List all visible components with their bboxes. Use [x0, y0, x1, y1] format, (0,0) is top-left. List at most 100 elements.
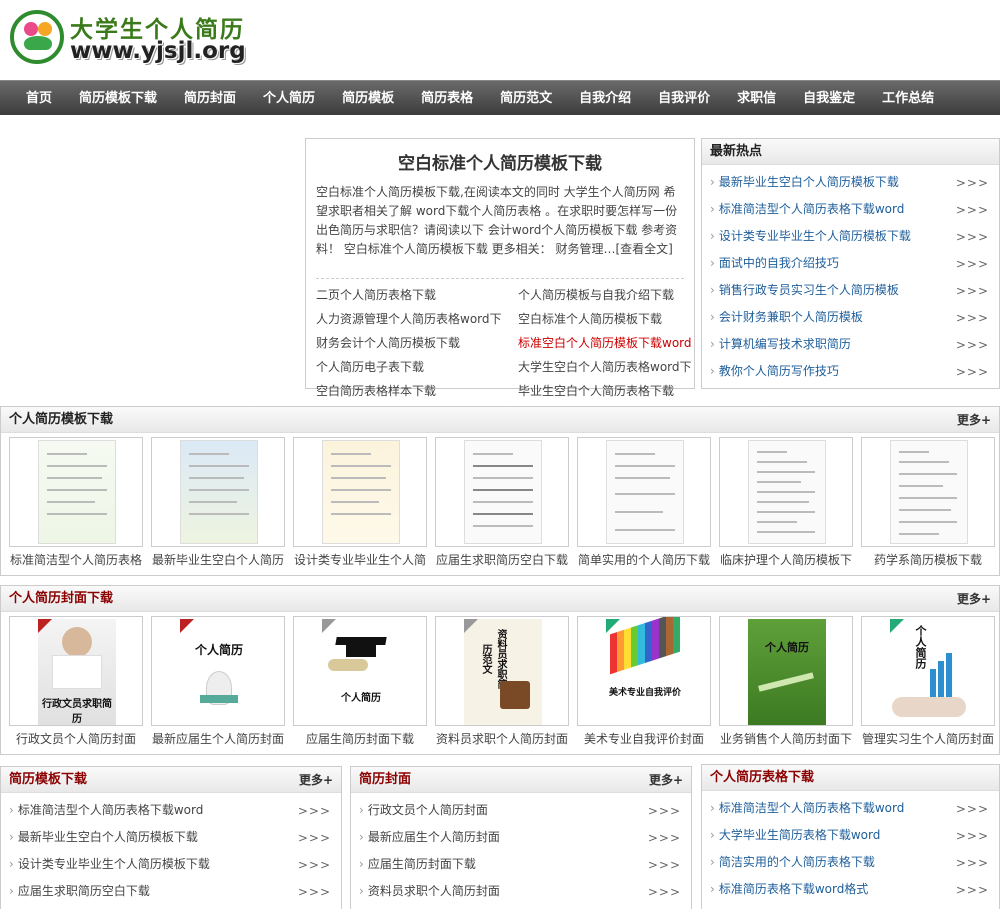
cover-thumbnail[interactable]: 个人简历 — [151, 616, 285, 726]
cover-thumbnail[interactable]: 资料员求职简历范文 — [435, 616, 569, 726]
site-header: 大学生个人简历 www.yjsjl.org — [0, 0, 1000, 80]
nav-item-work-summary[interactable]: 工作总结 — [882, 81, 934, 116]
cover-thumbnail[interactable]: 个人简历 — [861, 616, 995, 726]
featured-link[interactable]: 二页个人简历表格下载 — [316, 283, 518, 307]
list-item[interactable]: › 大学毕业生简历表格下载word >>> — [710, 822, 991, 849]
list-item[interactable]: › 简洁实用的个人简历表格下载 >>> — [710, 849, 991, 876]
nav-item-home[interactable]: 首页 — [26, 81, 52, 116]
list-item[interactable]: › 最新应届生个人简历封面 >>> — [359, 824, 683, 851]
list-item[interactable]: › 资料员求职个人简历封面 >>> — [359, 878, 683, 905]
list-item[interactable]: › 销售行政专员实习生个人简历模板 >>> — [710, 277, 991, 304]
template-card[interactable]: 临床护理个人简历模板下 — [719, 437, 853, 569]
template-thumbnail[interactable] — [719, 437, 853, 547]
list-item[interactable]: › 应届生简历封面下载 >>> — [359, 851, 683, 878]
more-link[interactable]: 更多+ — [957, 586, 991, 612]
nav-item-resume[interactable]: 个人简历 — [263, 81, 315, 116]
list-item[interactable]: › 标准简历表格下载word格式 >>> — [710, 876, 991, 903]
table-list-box: 个人简历表格下载 › 标准简洁型个人简历表格下载word >>> › 大学毕业生简历表… — [701, 764, 1000, 909]
template-caption[interactable]: 应届生求职简历空白下载 — [435, 552, 569, 569]
template-caption[interactable]: 临床护理个人简历模板下 — [719, 552, 853, 569]
cover-caption[interactable]: 管理实习生个人简历封面 — [861, 731, 995, 748]
featured-link[interactable]: 财务会计个人简历模板下载 — [316, 331, 518, 355]
cover-thumbnail[interactable]: 个人简历 — [293, 616, 427, 726]
list-item[interactable]: › 标准简洁型个人简历表格下载word >>> — [710, 196, 991, 223]
cover-thumbnail[interactable]: 美术专业自我评价 — [577, 616, 711, 726]
nav-item-cover-letter[interactable]: 求职信 — [737, 81, 776, 116]
template-card[interactable]: 设计类专业毕业生个人简 — [293, 437, 427, 569]
template-card[interactable]: 标准简洁型个人简历表格 — [9, 437, 143, 569]
featured-link[interactable]: 个人简历模板与自我介绍下载 — [518, 283, 696, 307]
more-link[interactable]: 更多+ — [957, 407, 991, 433]
more-link[interactable]: 更多+ — [649, 767, 683, 793]
ribbon-icon — [606, 619, 620, 633]
list-item[interactable]: › 计算机编写技术求职简历 >>> — [710, 331, 991, 358]
box-header: 个人简历表格下载 — [702, 765, 999, 791]
cover-caption[interactable]: 美术专业自我评价封面 — [577, 731, 711, 748]
box-title: 个人简历表格下载 — [710, 770, 815, 785]
nav-item-template-download[interactable]: 简历模板下载 — [79, 81, 157, 116]
template-thumbnail[interactable] — [577, 437, 711, 547]
template-gallery: 标准简洁型个人简历表格 最新毕业生空白个人简历 设计类专业毕业生个人简 应届生求… — [1, 433, 999, 569]
cover-card[interactable]: 美术专业自我评价 美术专业自我评价封面 — [577, 616, 711, 748]
featured-link[interactable]: 人力资源管理个人简历表格word下 — [316, 307, 518, 331]
featured-summary: 空白标准个人简历模板下载,在阅读本文的同时 大学生个人简历网 希望求职者相关了解… — [316, 183, 684, 279]
featured-link[interactable]: 大学生空白个人简历表格word下 — [518, 355, 696, 379]
nav-item-sample[interactable]: 简历范文 — [500, 81, 552, 116]
featured-link[interactable]: 毕业生空白个人简历表格下载 — [518, 379, 696, 403]
list-item[interactable]: › 标准简洁型个人简历表格下载word >>> — [710, 795, 991, 822]
nav-item-self-intro[interactable]: 自我介绍 — [579, 81, 631, 116]
featured-title[interactable]: 空白标准个人简历模板下载 — [306, 149, 694, 174]
template-thumbnail[interactable] — [861, 437, 995, 547]
featured-link[interactable]: 个人简历电子表下载 — [316, 355, 518, 379]
cover-thumbnail[interactable]: 行政文员求职简历 — [9, 616, 143, 726]
cover-caption[interactable]: 资料员求职个人简历封面 — [435, 731, 569, 748]
template-thumbnail[interactable] — [435, 437, 569, 547]
template-card[interactable]: 药学系简历模板下载 — [861, 437, 995, 569]
featured-link-hot[interactable]: 标准空白个人简历模板下载word — [518, 331, 696, 355]
nav-item-template[interactable]: 简历模板 — [342, 81, 394, 116]
cover-card[interactable]: 个人简历 管理实习生个人简历封面 — [861, 616, 995, 748]
list-item[interactable]: › 行政文员个人简历封面 >>> — [359, 797, 683, 824]
cover-card[interactable]: 个人简历 应届生简历封面下载 — [293, 616, 427, 748]
template-caption[interactable]: 简单实用的个人简历下载 — [577, 552, 711, 569]
nav-item-table[interactable]: 简历表格 — [421, 81, 473, 116]
template-caption[interactable]: 标准简洁型个人简历表格 — [9, 552, 143, 569]
nav-item-self-appraisal[interactable]: 自我鉴定 — [803, 81, 855, 116]
list-item[interactable]: › 标准简洁型个人简历表格下载word >>> — [9, 797, 333, 824]
template-thumbnail[interactable] — [9, 437, 143, 547]
template-card[interactable]: 应届生求职简历空白下载 — [435, 437, 569, 569]
list-item[interactable]: › 最新毕业生空白个人简历模板下载 >>> — [9, 824, 333, 851]
cover-caption[interactable]: 应届生简历封面下载 — [293, 731, 427, 748]
list-item[interactable]: › 应届生求职简历空白下载 >>> — [9, 878, 333, 905]
nav-item-self-eval[interactable]: 自我评价 — [658, 81, 710, 116]
template-caption[interactable]: 药学系简历模板下载 — [861, 552, 995, 569]
site-logo-icon[interactable] — [10, 10, 64, 64]
cover-caption[interactable]: 业务销售个人简历封面下 — [719, 731, 853, 748]
template-card[interactable]: 简单实用的个人简历下载 — [577, 437, 711, 569]
cover-card[interactable]: 行政文员求职简历 行政文员个人简历封面 — [9, 616, 143, 748]
nav-item-cover[interactable]: 简历封面 — [184, 81, 236, 116]
list-item[interactable]: › 面试中的自我介绍技巧 >>> — [710, 250, 991, 277]
more-link[interactable]: 更多+ — [299, 767, 333, 793]
site-url[interactable]: www.yjsjl.org — [70, 38, 246, 64]
featured-link[interactable]: 空白标准个人简历模板下载 — [518, 307, 696, 331]
featured-link[interactable]: 空白简历表格样本下载 — [316, 379, 518, 403]
cover-caption[interactable]: 最新应届生个人简历封面 — [151, 731, 285, 748]
template-list-box: 简历模板下载 更多+ › 标准简洁型个人简历表格下载word >>> › 最新毕业生空… — [0, 766, 342, 909]
list-item[interactable]: › 教你个人简历写作技巧 >>> — [710, 358, 991, 385]
cover-card[interactable]: 个人简历 最新应届生个人简历封面 — [151, 616, 285, 748]
list-item[interactable]: › 最新毕业生空白个人简历模板下载 >>> — [710, 169, 991, 196]
cover-thumbnail[interactable]: 个人简历 — [719, 616, 853, 726]
cover-card[interactable]: 个人简历 业务销售个人简历封面下 — [719, 616, 853, 748]
list-item[interactable]: › 设计类专业毕业生个人简历模板下载 >>> — [710, 223, 991, 250]
cover-caption[interactable]: 行政文员个人简历封面 — [9, 731, 143, 748]
template-thumbnail[interactable] — [293, 437, 427, 547]
list-item[interactable]: › 会计财务兼职个人简历模板 >>> — [710, 304, 991, 331]
template-thumbnail[interactable] — [151, 437, 285, 547]
cover-card[interactable]: 资料员求职简历范文 资料员求职个人简历封面 — [435, 616, 569, 748]
template-card[interactable]: 最新毕业生空白个人简历 — [151, 437, 285, 569]
template-caption[interactable]: 设计类专业毕业生个人简 — [293, 552, 427, 569]
template-caption[interactable]: 最新毕业生空白个人简历 — [151, 552, 285, 569]
list-item[interactable]: › 设计类专业毕业生个人简历模板下载 >>> — [9, 851, 333, 878]
box-title: 简历模板下载 — [9, 772, 88, 787]
